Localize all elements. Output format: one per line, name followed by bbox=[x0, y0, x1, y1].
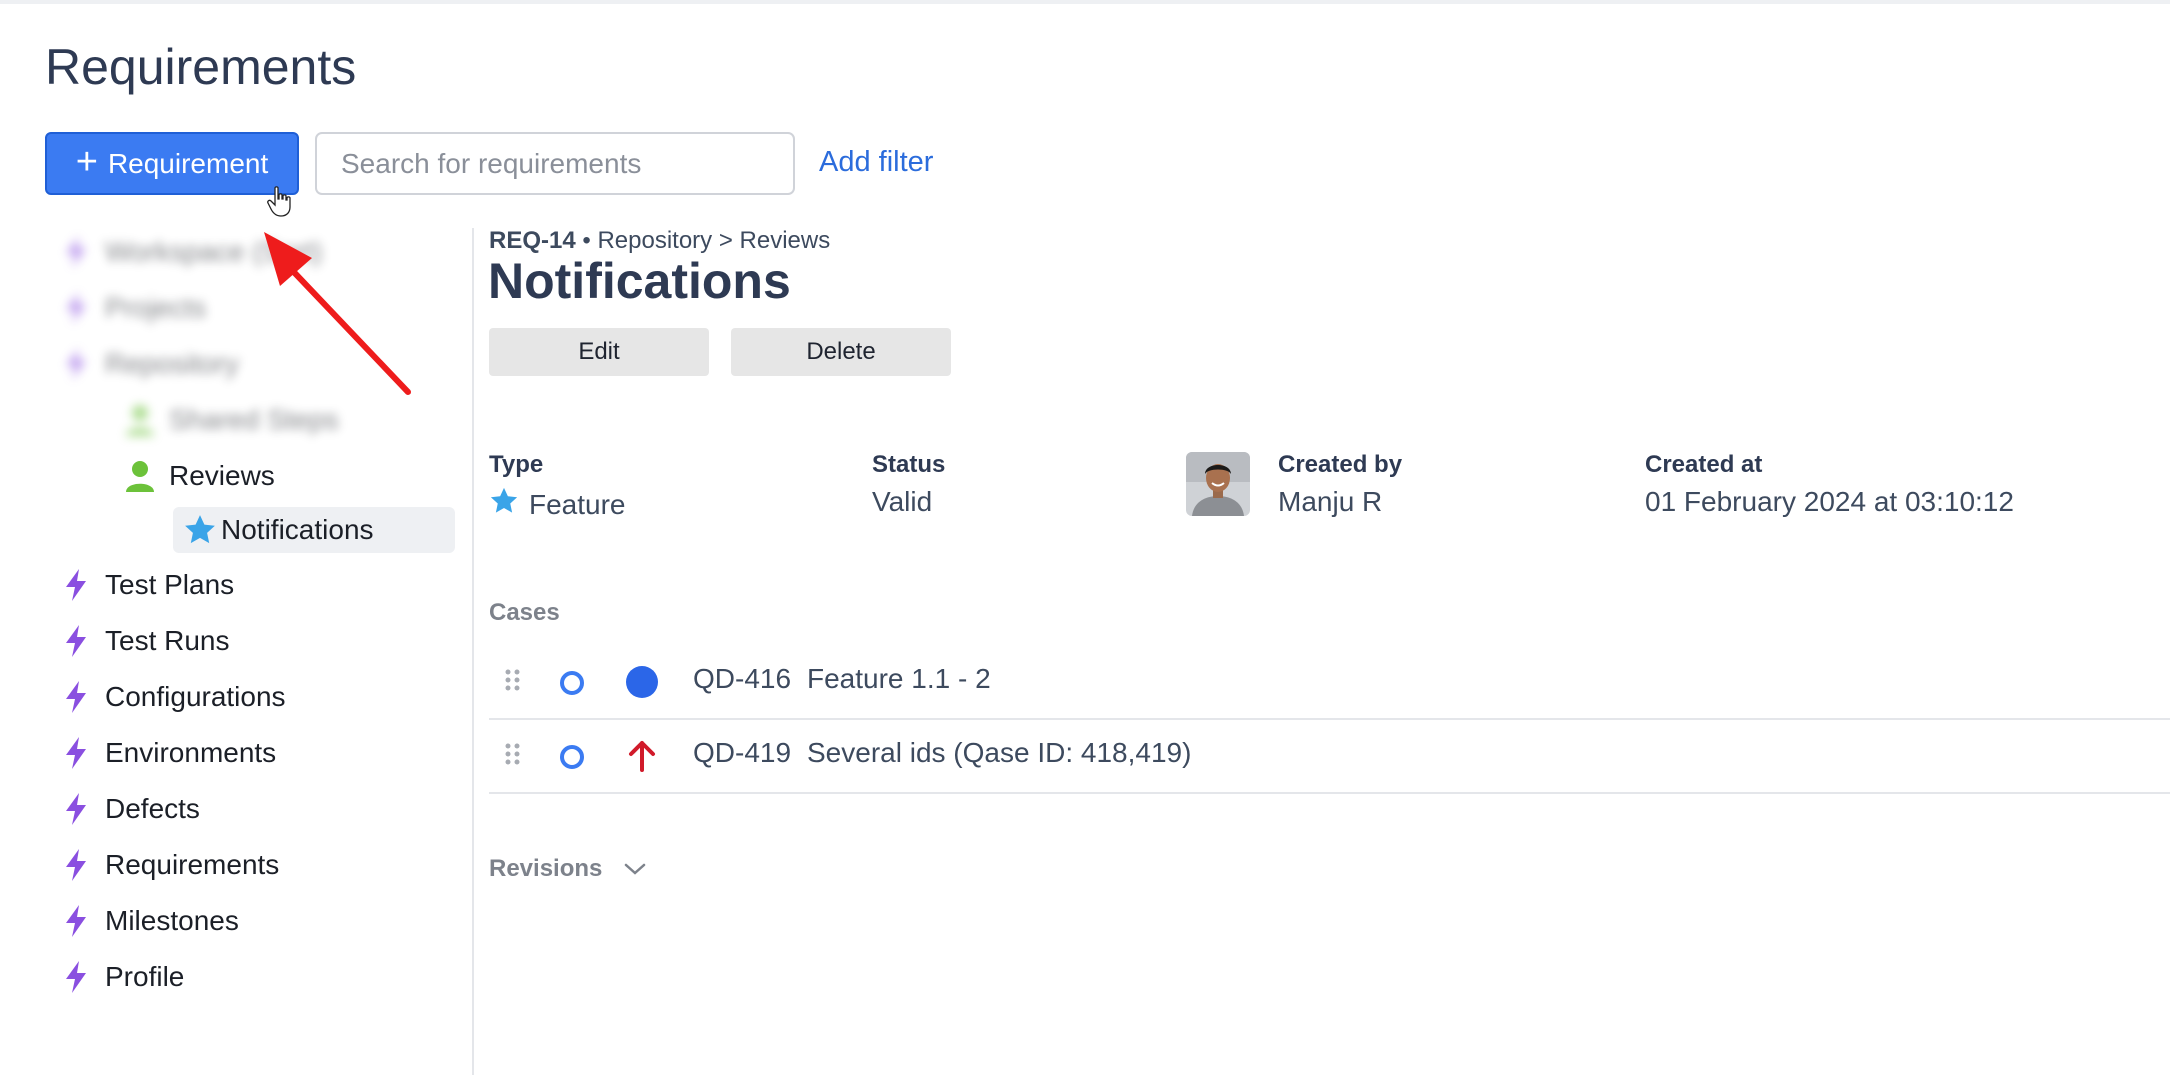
sidebar-item-label: Shared Steps bbox=[169, 404, 339, 435]
bolt-icon bbox=[59, 737, 93, 769]
bolt-icon bbox=[59, 292, 93, 324]
search-input[interactable] bbox=[315, 132, 795, 195]
top-border bbox=[0, 0, 2170, 4]
avatar bbox=[1186, 452, 1250, 516]
sidebar-item-projects[interactable]: Projects bbox=[59, 286, 206, 330]
bolt-icon bbox=[59, 625, 93, 657]
sidebar-item-label: Environments bbox=[105, 737, 277, 768]
hand-cursor-icon bbox=[267, 186, 293, 223]
sidebar-item-label: Reviews bbox=[169, 460, 275, 491]
sidebar-item-reviews[interactable]: Reviews bbox=[123, 454, 275, 498]
revisions-label: Revisions bbox=[489, 855, 603, 882]
star-icon bbox=[183, 513, 217, 547]
page-title: Requirements bbox=[45, 39, 357, 95]
case-title[interactable]: Several ids (Qase ID: 418,419) bbox=[807, 737, 1191, 769]
edit-button[interactable]: Edit bbox=[489, 328, 709, 376]
sidebar-item-label: Profile bbox=[105, 961, 185, 992]
add-filter-link[interactable]: Add filter bbox=[819, 146, 933, 179]
user-icon bbox=[123, 460, 157, 492]
status-label: Status bbox=[872, 451, 946, 478]
bolt-icon bbox=[59, 569, 93, 601]
breadcrumb: REQ-14 • Repository > Reviews bbox=[489, 227, 830, 255]
created-by-value: Manju R bbox=[1278, 486, 1383, 517]
case-title[interactable]: Feature 1.1 - 2 bbox=[807, 663, 991, 695]
drag-handle-icon[interactable] bbox=[503, 742, 523, 771]
sidebar-item-shared-steps[interactable]: Shared Steps bbox=[123, 398, 339, 442]
bolt-icon bbox=[59, 849, 93, 881]
status-value: Valid bbox=[872, 486, 933, 517]
sidebar-item-defects[interactable]: Defects bbox=[59, 787, 200, 831]
bolt-icon bbox=[59, 961, 93, 993]
sidebar-item-label: Configurations bbox=[105, 681, 286, 712]
sidebar-item-label: Defects bbox=[105, 793, 200, 824]
plus-icon: + bbox=[75, 140, 98, 183]
breadcrumb-separator-dot: • bbox=[582, 227, 598, 254]
breadcrumb-path[interactable]: Repository > Reviews bbox=[597, 227, 830, 254]
sidebar-item-label: Notifications bbox=[221, 514, 374, 545]
created-at-value: 01 February 2024 at 03:10:12 bbox=[1645, 486, 2014, 517]
blue-circle-icon bbox=[626, 666, 658, 703]
cases-section-label: Cases bbox=[489, 599, 560, 626]
type-label: Type bbox=[489, 451, 544, 478]
sidebar-tree: Workspace (Sort) Projects Repository Sha… bbox=[45, 222, 465, 1072]
sidebar-item-label: Workspace (Sort) bbox=[105, 236, 323, 267]
status-ring-icon bbox=[560, 745, 584, 769]
requirement-title: Notifications bbox=[488, 253, 791, 309]
created-by-label: Created by bbox=[1278, 451, 1403, 478]
bolt-icon bbox=[59, 681, 93, 713]
type-value: Feature bbox=[489, 486, 626, 523]
add-requirement-button[interactable]: + Requirement bbox=[45, 132, 299, 195]
status-ring-icon bbox=[560, 671, 584, 695]
sidebar-item-label: Test Runs bbox=[105, 625, 230, 656]
sidebar-item-notifications[interactable]: Notifications bbox=[173, 507, 455, 553]
bolt-icon bbox=[59, 236, 93, 268]
sidebar-item-environments[interactable]: Environments bbox=[59, 731, 276, 775]
case-row[interactable]: QD-419 Several ids (Qase ID: 418,419) bbox=[489, 720, 2170, 794]
sidebar-item-label: Test Plans bbox=[105, 569, 235, 600]
bolt-icon bbox=[59, 905, 93, 937]
delete-button[interactable]: Delete bbox=[731, 328, 951, 376]
sidebar-item-configurations[interactable]: Configurations bbox=[59, 675, 286, 719]
add-requirement-label: Requirement bbox=[107, 147, 269, 179]
bolt-icon bbox=[59, 348, 93, 380]
red-arrow-up-icon bbox=[626, 740, 658, 777]
sidebar-item-label: Repository bbox=[105, 348, 239, 379]
created-at-label: Created at bbox=[1645, 451, 1763, 478]
sidebar-item-test-plans[interactable]: Test Plans bbox=[59, 563, 234, 607]
sidebar-item-label: Requirements bbox=[105, 849, 280, 880]
sidebar-item-repository[interactable]: Repository bbox=[59, 342, 239, 386]
sidebar-item-label: Projects bbox=[105, 292, 207, 323]
sidebar-item-test-runs[interactable]: Test Runs bbox=[59, 619, 230, 663]
sidebar-item-profile[interactable]: Profile bbox=[59, 955, 184, 999]
panel-divider bbox=[472, 228, 474, 1075]
bolt-icon bbox=[59, 793, 93, 825]
revisions-toggle[interactable]: Revisions bbox=[489, 855, 647, 884]
chevron-down-icon bbox=[623, 856, 647, 884]
case-id[interactable]: QD-416 bbox=[693, 663, 791, 695]
case-row[interactable]: QD-416 Feature 1.1 - 2 bbox=[489, 646, 2170, 720]
case-id[interactable]: QD-419 bbox=[693, 737, 791, 769]
sidebar-item-milestones[interactable]: Milestones bbox=[59, 899, 239, 943]
type-value-text: Feature bbox=[529, 488, 626, 520]
requirement-id: REQ-14 bbox=[489, 227, 576, 254]
sidebar-item-workspace[interactable]: Workspace (Sort) bbox=[59, 230, 322, 274]
sidebar-item-label: Milestones bbox=[105, 905, 239, 936]
star-icon bbox=[489, 486, 519, 523]
user-icon bbox=[123, 404, 157, 436]
sidebar-item-requirements[interactable]: Requirements bbox=[59, 843, 279, 887]
drag-handle-icon[interactable] bbox=[503, 668, 523, 697]
